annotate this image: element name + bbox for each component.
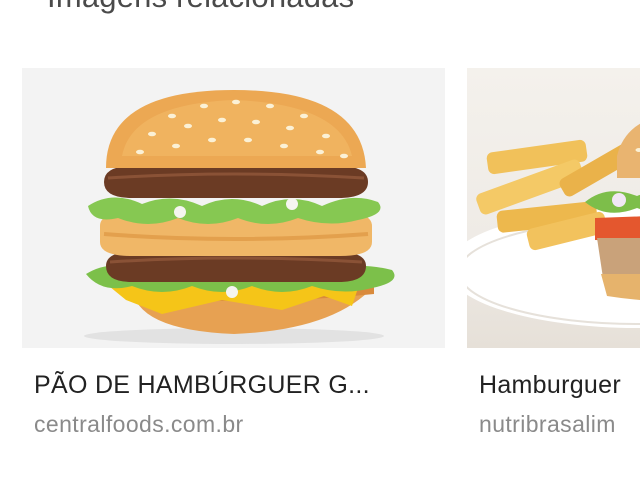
result-source: centralfoods.com.br [34, 411, 244, 437]
burger-image [84, 90, 395, 344]
result-title[interactable]: PÃO DE HAMBÚRGUER G... [34, 370, 445, 400]
result-title[interactable]: Hamburguer [479, 370, 640, 400]
result-thumbnail[interactable] [467, 68, 640, 348]
image-result-card[interactable]: Hamburguer nutribrasalim [467, 68, 640, 438]
related-images-page: Imagens relacionadas [0, 0, 640, 480]
result-thumbnail[interactable] [22, 68, 445, 348]
section-title: Imagens relacionadas [47, 0, 354, 16]
image-result-card[interactable]: PÃO DE HAMBÚRGUER G... centralfoods.com.… [22, 68, 445, 438]
burger-with-fries-image [467, 123, 640, 328]
result-source: nutribrasalim [479, 411, 616, 437]
